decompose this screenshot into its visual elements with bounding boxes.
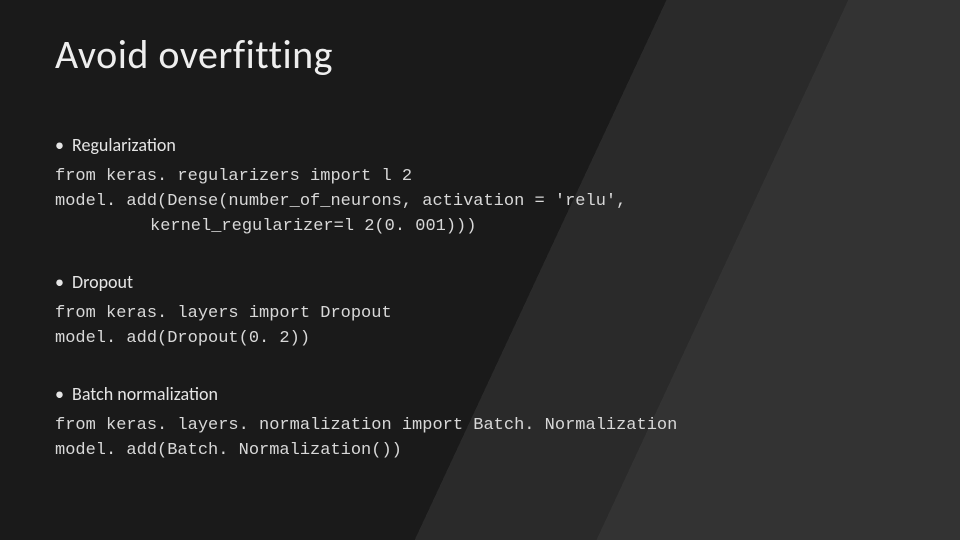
section-regularization: Regularization from keras. regularizers … bbox=[55, 134, 910, 239]
code-line: from keras. layers. normalization import… bbox=[55, 415, 910, 438]
code-line: from keras. layers import Dropout bbox=[55, 303, 910, 326]
bullet-heading: Dropout bbox=[55, 271, 910, 293]
section-dropout: Dropout from keras. layers import Dropou… bbox=[55, 271, 910, 351]
section-batchnorm: Batch normalization from keras. layers. … bbox=[55, 383, 910, 463]
code-line: model. add(Dropout(0. 2)) bbox=[55, 328, 910, 351]
code-line: from keras. regularizers import l 2 bbox=[55, 166, 910, 189]
page-title: Avoid overfitting bbox=[55, 30, 910, 79]
code-line: model. add(Dense(number_of_neurons, acti… bbox=[55, 191, 910, 214]
code-line: kernel_regularizer=l 2(0. 001))) bbox=[55, 216, 910, 239]
slide-content: Avoid overfitting Regularization from ke… bbox=[0, 0, 960, 535]
code-line: model. add(Batch. Normalization()) bbox=[55, 440, 910, 463]
bullet-heading: Batch normalization bbox=[55, 383, 910, 405]
bullet-heading: Regularization bbox=[55, 134, 910, 156]
